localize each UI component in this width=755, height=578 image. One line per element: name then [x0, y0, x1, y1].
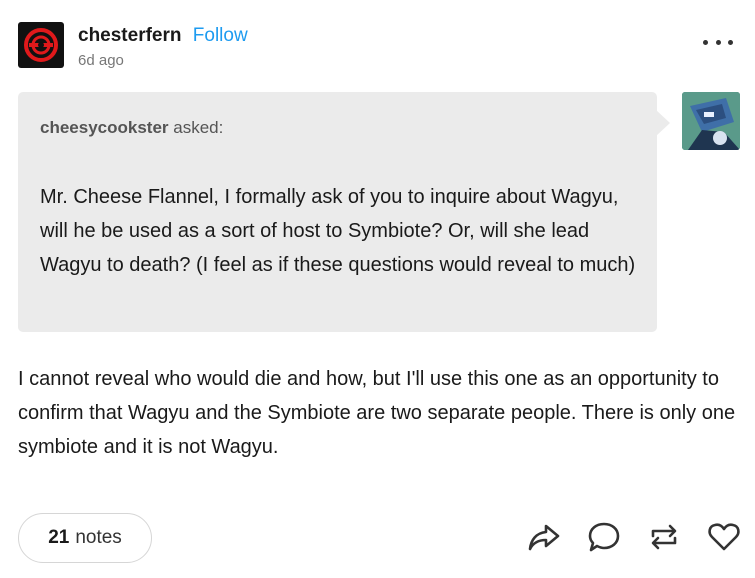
reply-icon[interactable] — [587, 520, 621, 554]
post-card: chesterfern Follow 6d ago cheesycookster… — [0, 0, 755, 578]
asker-name[interactable]: cheesycookster — [40, 118, 169, 137]
author-block: chesterfern Follow 6d ago — [78, 24, 248, 69]
like-icon[interactable] — [707, 520, 741, 554]
author-avatar[interactable] — [18, 22, 64, 68]
author-name[interactable]: chesterfern — [78, 25, 182, 46]
answer-text: I cannot reveal who would die and how, b… — [18, 368, 736, 458]
asker-avatar-icon[interactable] — [682, 92, 740, 150]
asked-label: asked: — [173, 118, 224, 137]
post-actions — [501, 520, 741, 554]
question-text: Mr. Cheese Flannel, I formally ask of yo… — [40, 186, 636, 276]
reblog-icon[interactable] — [647, 520, 681, 554]
red-circle-logo-icon — [24, 28, 58, 62]
notes-label: notes — [75, 527, 122, 548]
follow-button[interactable]: Follow — [193, 25, 248, 46]
more-dots-icon[interactable] — [703, 32, 733, 52]
share-icon[interactable] — [527, 520, 561, 554]
notes-count: 21 — [48, 527, 70, 548]
ask-bubble: cheesycookster asked: Mr. Cheese Flannel… — [18, 92, 670, 332]
notes-button[interactable]: 21 notes — [18, 513, 152, 563]
post-timestamp[interactable]: 6d ago — [78, 52, 248, 69]
